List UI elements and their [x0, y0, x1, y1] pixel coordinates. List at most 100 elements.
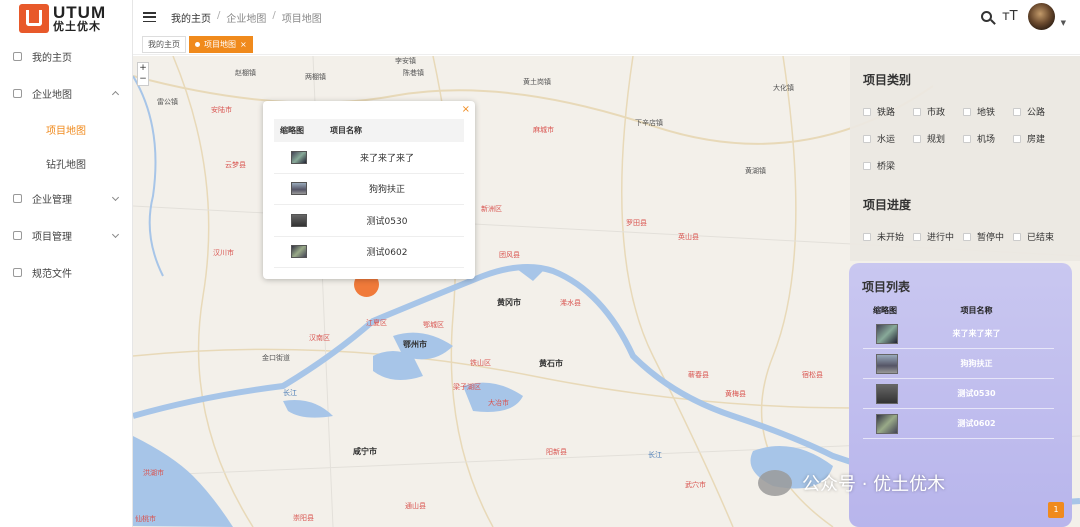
- table-row[interactable]: 测试0530: [863, 379, 1054, 409]
- close-icon[interactable]: ×: [462, 104, 470, 115]
- checkbox-icon[interactable]: [1013, 134, 1021, 143]
- folder-icon: [13, 231, 22, 240]
- logo-en: UTUM: [53, 3, 107, 22]
- map-label: 咸宁市: [353, 447, 377, 456]
- checkbox-category[interactable]: 水运: [863, 132, 913, 145]
- logo[interactable]: UTUM 优土优木: [0, 0, 132, 36]
- table-row[interactable]: 狗狗扶正: [863, 349, 1054, 379]
- thumbnail-image: [291, 213, 307, 227]
- map-label: 陈巷镇: [403, 69, 424, 77]
- checkbox-category[interactable]: 机场: [963, 132, 1013, 145]
- sidebar-item-project-management[interactable]: 项目管理: [0, 217, 132, 254]
- checkbox-icon[interactable]: [1013, 107, 1021, 116]
- map-label: 大化镇: [773, 84, 794, 92]
- table-row[interactable]: 狗狗扶正: [274, 174, 464, 205]
- map-label: 洪湖市: [143, 469, 164, 477]
- zoom-out-button[interactable]: −: [138, 74, 148, 85]
- map-label: 金口街道: [262, 354, 290, 362]
- breadcrumb-separator: /: [272, 9, 276, 21]
- caret-down-icon[interactable]: ▼: [1061, 19, 1066, 27]
- map-label: 黄冈市: [497, 298, 521, 307]
- map-label: 黄梅县: [725, 390, 746, 398]
- search-icon[interactable]: [981, 11, 993, 22]
- checkbox-icon[interactable]: [863, 107, 871, 116]
- map-label: 通山县: [405, 502, 426, 510]
- table-row[interactable]: 来了来了来了: [863, 319, 1054, 349]
- checkbox-category[interactable]: 桥梁: [863, 159, 913, 172]
- tab-label: 项目地图: [204, 39, 236, 49]
- checkbox-icon[interactable]: [913, 107, 921, 116]
- checkbox-category[interactable]: 公路: [1013, 105, 1063, 118]
- sidebar-subitem-borehole-map[interactable]: 钻孔地图: [0, 146, 132, 180]
- avatar[interactable]: [1027, 3, 1055, 30]
- thumbnail-image: [291, 150, 307, 164]
- checkbox-icon[interactable]: [913, 134, 921, 143]
- sidebar-item-label: 我的主页: [32, 53, 72, 64]
- checkbox-progress[interactable]: 已结束: [1013, 230, 1063, 243]
- chevron-up-icon: [111, 90, 120, 99]
- project-name: 测试0602: [957, 419, 996, 428]
- map-label: 浠水县: [560, 299, 581, 307]
- checkbox-category[interactable]: 地铁: [963, 105, 1013, 118]
- map-label: 武穴市: [685, 481, 706, 489]
- checkbox-progress[interactable]: 暂停中: [963, 230, 1013, 243]
- checkbox-icon[interactable]: [913, 232, 921, 241]
- map-label: 雷公镇: [157, 98, 178, 106]
- sidebar: UTUM 优土优木 我的主页 企业地图 项目地图 钻孔地图 企业管理 项目管理 …: [0, 0, 133, 527]
- table-row[interactable]: 测试0602: [274, 237, 464, 268]
- checkbox-label: 市政: [927, 108, 946, 118]
- tab-home[interactable]: 我的主页: [142, 35, 186, 53]
- menu-toggle-icon[interactable]: [143, 12, 156, 22]
- map-label: 铁山区: [470, 359, 491, 367]
- table-row[interactable]: 测试0530: [274, 205, 464, 237]
- font-size-icon[interactable]: тT: [1002, 9, 1018, 24]
- breadcrumb-item[interactable]: 我的主页: [171, 10, 211, 25]
- checkbox-progress[interactable]: 进行中: [913, 230, 963, 243]
- breadcrumb: 我的主页 / 企业地图 / 项目地图: [171, 10, 322, 25]
- map-label: 下辛店镇: [635, 119, 663, 127]
- checkbox-icon[interactable]: [863, 134, 871, 143]
- table-row[interactable]: 测试0602: [863, 409, 1054, 439]
- table-row[interactable]: 来了来了来了: [274, 142, 464, 174]
- checkbox-category[interactable]: 房建: [1013, 132, 1063, 145]
- column-header: 项目名称: [330, 126, 362, 135]
- checkbox-icon[interactable]: [1013, 232, 1021, 241]
- checkbox-icon[interactable]: [963, 134, 971, 143]
- thumbnail-image: [876, 353, 898, 374]
- column-header: 缩略图: [873, 306, 897, 315]
- checkbox-icon[interactable]: [863, 161, 871, 170]
- thumbnail-image: [876, 413, 898, 434]
- checkbox-icon[interactable]: [863, 232, 871, 241]
- column-header: 项目名称: [960, 306, 993, 315]
- map-label: 蕲春县: [688, 371, 709, 379]
- sidebar-item-home[interactable]: 我的主页: [0, 38, 132, 75]
- breadcrumb-item[interactable]: 企业地图: [226, 10, 266, 25]
- checkbox-icon[interactable]: [963, 232, 971, 241]
- tab-bar: 我的主页 项目地图 ×: [133, 34, 1080, 55]
- checkbox-icon[interactable]: [963, 107, 971, 116]
- checkbox-label: 公路: [1027, 108, 1046, 118]
- chevron-down-icon: [111, 230, 120, 239]
- sidebar-item-enterprise-map[interactable]: 企业地图: [0, 75, 132, 112]
- map-label: 孛安镇: [395, 57, 416, 65]
- sidebar-item-label: 项目管理: [32, 232, 72, 243]
- zoom-in-button[interactable]: +: [138, 63, 148, 74]
- breadcrumb-separator: /: [217, 9, 221, 21]
- checkbox-progress[interactable]: 未开始: [863, 230, 913, 243]
- map-label: 长江: [648, 451, 662, 459]
- sidebar-item-standard-files[interactable]: 规范文件: [0, 254, 132, 291]
- close-icon[interactable]: ×: [240, 40, 247, 49]
- breadcrumb-item: 项目地图: [281, 13, 322, 25]
- tab-label: 我的主页: [148, 39, 180, 49]
- map-label: 两棚镇: [305, 73, 326, 81]
- sidebar-item-enterprise-management[interactable]: 企业管理: [0, 180, 132, 217]
- tab-project-map[interactable]: 项目地图 ×: [189, 35, 253, 53]
- count-badge[interactable]: 1: [1048, 502, 1064, 518]
- sidebar-subitem-project-map[interactable]: 项目地图: [0, 112, 132, 146]
- checkbox-category[interactable]: 市政: [913, 105, 963, 118]
- category-options: 铁路 市政 地铁 公路 水运 规划 机场 房建 桥梁: [863, 105, 1063, 172]
- checkbox-category[interactable]: 铁路: [863, 105, 913, 118]
- map-label: 崇阳县: [293, 514, 314, 522]
- document-icon: [13, 268, 22, 277]
- checkbox-category[interactable]: 规划: [913, 132, 963, 145]
